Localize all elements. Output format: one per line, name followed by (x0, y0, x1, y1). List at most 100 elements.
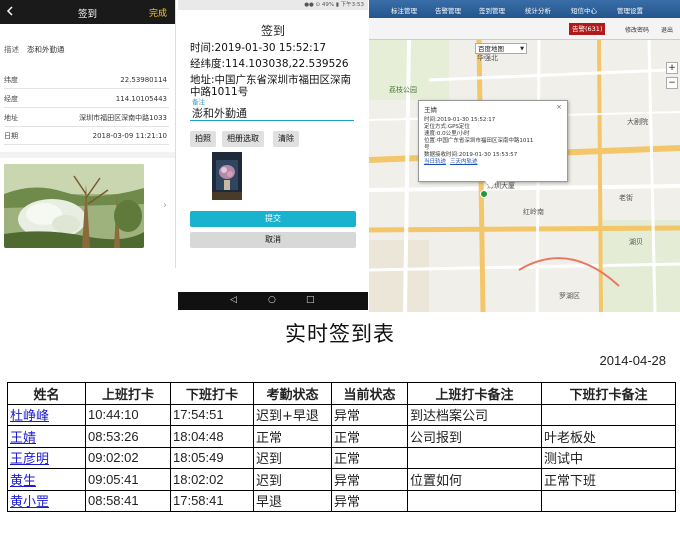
map-type-select[interactable]: 百度地图 ▼ (475, 43, 527, 54)
clock-in-cell: 08:58:41 (85, 489, 171, 512)
middle-phone-screen: ●● ⊙ 49% ▮ 下午3:53 签到 时间:2019-01-30 15:52… (178, 0, 368, 310)
popup-person-name: 王婧 (424, 106, 437, 114)
employee-name-link[interactable]: 王婧 (10, 431, 36, 446)
address-value: 深圳市福田区深南中路1033 (79, 114, 167, 122)
report-date: 2014-04-28 (599, 353, 667, 368)
clock-in-note-cell: 位置如何 (407, 468, 542, 491)
current-status-cell: 异常 (331, 489, 408, 512)
clock-out-note-cell (541, 489, 676, 512)
back-nav-icon[interactable]: ◁ (230, 295, 237, 305)
menu-item-annotation[interactable]: 标注管理 (391, 5, 417, 15)
android-nav-bar: ◁ ○ □ (178, 292, 368, 310)
alarm-badge[interactable]: 告警(631) (569, 23, 606, 35)
attached-photo-thumbnail[interactable] (212, 152, 242, 200)
checkin-table: 姓名 上班打卡 下班打卡 考勤状态 当前状态 上班打卡备注 下班打卡备注 杜峥峰… (7, 382, 676, 512)
status-bar: ●● ⊙ 49% ▮ 下午3:53 (178, 0, 368, 10)
report-title: 实时签到表 (285, 322, 395, 346)
clock-in-cell: 08:53:26 (85, 425, 171, 448)
clear-button[interactable]: 清除 (273, 131, 299, 147)
table-row: 王彦明 09:02:02 18:05:49 迟到 正常 测试中 (7, 446, 676, 469)
take-photo-button[interactable]: 拍照 (190, 131, 216, 147)
latitude-label: 纬度 (4, 76, 18, 84)
clock-out-cell: 18:04:48 (170, 425, 254, 448)
chevron-right-icon[interactable]: › (163, 200, 167, 211)
latitude-value: 22.53980114 (120, 76, 167, 84)
col-header-name: 姓名 (7, 382, 86, 405)
submit-button[interactable]: 提交 (190, 211, 356, 227)
popup-location: 位置:中国广东省深圳市福田区深南中路1011 (424, 138, 534, 144)
menu-item-statistics[interactable]: 统计分析 (525, 5, 551, 15)
employee-name-link[interactable]: 杜峥峰 (10, 409, 49, 424)
clock-in-note-cell (407, 489, 542, 512)
map-label-hongling-south: 红岭南 (523, 207, 544, 216)
address-row: 地址 深圳市福田区深南中路1033 (4, 110, 169, 127)
attendance-cell: 正常 (253, 425, 332, 448)
menu-item-alarm[interactable]: 告警管理 (435, 5, 461, 15)
current-status-cell: 异常 (331, 468, 408, 491)
current-status-cell: 正常 (331, 425, 408, 448)
employee-name-link[interactable]: 黄小罡 (10, 495, 49, 510)
clock-out-note-cell: 测试中 (541, 446, 676, 469)
address-label: 地址 (4, 114, 18, 122)
col-header-clock-out-note: 下班打卡备注 (541, 382, 676, 405)
attendance-cell: 迟到+早退 (253, 403, 332, 426)
choose-from-album-button[interactable]: 相册选取 (222, 131, 264, 147)
popup-location-cont: 号 (424, 145, 430, 151)
popup-speed: 速度:0.0公里/小时 (424, 131, 470, 137)
left-phone-screen: 签到 完成 描述 澎和外勤通 纬度 22.53980114 经度 114.1010… (0, 0, 176, 268)
time-line: 时间:2019-01-30 15:52:17 (190, 42, 327, 54)
zoom-in-button[interactable]: + (666, 62, 678, 74)
section-divider (0, 152, 175, 158)
map-label-lizhi-park: 荔枝公园 (389, 85, 417, 94)
menu-item-settings[interactable]: 管理设置 (617, 5, 643, 15)
close-icon[interactable]: × (556, 104, 562, 111)
map-label-huaqiangbei: 华强北 (477, 53, 498, 62)
employee-name-link[interactable]: 王彦明 (10, 452, 49, 467)
clock-in-note-cell: 公司报到 (407, 425, 542, 448)
clock-in-note-cell: 到达档案公司 (407, 403, 542, 426)
clock-out-note-cell: 正常下班 (541, 468, 676, 491)
map-type-value: 百度地图 (478, 45, 504, 53)
recent-apps-icon[interactable]: □ (306, 295, 315, 305)
menu-item-sms[interactable]: 短信中心 (571, 5, 597, 15)
table-row: 黄生 09:05:41 18:02:02 迟到 异常 位置如何 正常下班 (7, 468, 676, 491)
note-input[interactable]: 澎和外勤通 (190, 105, 354, 121)
left-phone-topbar: 签到 完成 (0, 0, 175, 24)
col-header-clock-in-note: 上班打卡备注 (407, 382, 542, 405)
longitude-label: 经度 (4, 95, 18, 103)
clock-out-cell: 18:02:02 (170, 468, 254, 491)
clock-out-cell: 17:54:51 (170, 403, 254, 426)
logout-link[interactable]: 退出 (661, 25, 673, 34)
date-row: 日期 2018-03-09 11:21:10 (4, 128, 169, 145)
clock-in-cell: 10:44:10 (85, 403, 171, 426)
col-header-clock-out: 下班打卡 (170, 382, 254, 405)
change-password-link[interactable]: 修改密码 (625, 25, 649, 34)
three-day-track-link[interactable]: 三天内轨迹 (450, 159, 478, 165)
description-field[interactable]: 描述 澎和外勤通 (4, 44, 65, 55)
description-label: 描述 (4, 45, 19, 54)
table-row: 杜峥峰 10:44:10 17:54:51 迟到+早退 异常 到达档案公司 (7, 403, 676, 426)
current-status-cell: 正常 (331, 446, 408, 469)
popup-received-time: 数据接收时间:2019-01-30 15:53:57 (424, 152, 518, 158)
checkin-photo[interactable] (4, 164, 144, 248)
attendance-cell: 迟到 (253, 446, 332, 469)
coordinates-line: 经纬度:114.103038,22.539526 (190, 58, 349, 70)
zoom-controls: + − (666, 62, 678, 92)
checkin-title: 签到 (260, 24, 285, 38)
date-label: 日期 (4, 132, 18, 140)
home-nav-icon[interactable]: ○ (268, 295, 276, 305)
attendance-cell: 早退 (253, 489, 332, 512)
col-header-attendance: 考勤状态 (253, 382, 332, 405)
map-label-hubei: 湖贝 (629, 237, 643, 246)
clock-in-cell: 09:02:02 (85, 446, 171, 469)
cancel-button[interactable]: 取消 (190, 232, 356, 248)
menu-item-checkin[interactable]: 签到管理 (479, 5, 505, 15)
today-track-link[interactable]: 当日轨迹 (424, 159, 446, 165)
zoom-out-button[interactable]: − (666, 77, 678, 89)
employee-name-link[interactable]: 黄生 (10, 474, 36, 489)
popup-locate-method: 定位方式:GPS定位 (424, 124, 470, 130)
top-menu-bar: 标注管理 告警管理 签到管理 统计分析 短信中心 管理设置 (369, 0, 680, 18)
location-marker-icon[interactable] (480, 190, 488, 198)
done-button[interactable]: 完成 (149, 6, 167, 19)
longitude-row: 经度 114.10105443 (4, 91, 169, 108)
